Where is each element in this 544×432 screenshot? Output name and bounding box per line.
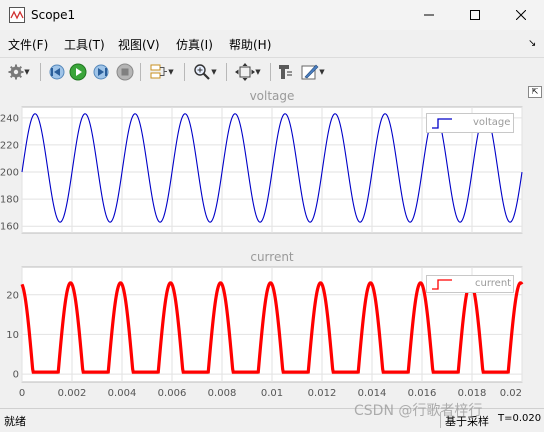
chevron-down-icon: ▼ bbox=[24, 68, 30, 76]
stop-button[interactable] bbox=[115, 61, 135, 83]
y-tick-label: 240 bbox=[0, 113, 19, 124]
scope-app-icon bbox=[9, 7, 25, 23]
minimize-icon bbox=[424, 14, 434, 16]
zoom-button[interactable]: ▼ bbox=[189, 61, 221, 83]
gear-icon bbox=[8, 64, 24, 80]
signal-select-icon bbox=[150, 64, 168, 79]
x-tick-label: 0.002 bbox=[58, 388, 87, 399]
run-button[interactable] bbox=[68, 61, 88, 83]
close-button[interactable] bbox=[498, 0, 544, 30]
status-ready: 就绪 bbox=[4, 415, 26, 428]
menu-help[interactable]: 帮助(H) bbox=[229, 36, 271, 53]
y-tick-label: 220 bbox=[0, 140, 19, 151]
cursor-measurement-button[interactable] bbox=[275, 61, 295, 83]
title-bar: Scope1 bbox=[0, 0, 544, 30]
chevron-down-icon: ▼ bbox=[255, 68, 261, 76]
y-tick-label: 20 bbox=[6, 290, 19, 301]
menu-simulation[interactable]: 仿真(I) bbox=[176, 36, 213, 53]
voltage-legend[interactable]: voltage bbox=[426, 113, 514, 133]
toolbar: ▼ ▼ ▼ ▼ ▼ bbox=[0, 57, 544, 87]
chevron-down-icon: ▼ bbox=[211, 68, 217, 76]
current-x-ticks: 0 0.002 0.004 0.006 0.008 0.01 0.012 0.014 0.016… bbox=[19, 388, 522, 399]
window-title: Scope1 bbox=[31, 8, 76, 22]
step-forward-icon bbox=[93, 64, 109, 80]
voltage-y-ticks: 160 180 200 220 240 bbox=[0, 113, 19, 232]
style-icon bbox=[301, 64, 319, 80]
x-tick-label: 0.018 bbox=[458, 388, 487, 399]
voltage-plot-title: voltage bbox=[249, 89, 295, 103]
settings-button[interactable]: ▼ bbox=[4, 61, 34, 83]
stop-icon bbox=[116, 63, 134, 81]
toolbar-separator bbox=[40, 63, 41, 81]
step-back-icon bbox=[49, 64, 65, 80]
fit-to-view-button[interactable]: ▼ bbox=[231, 61, 265, 83]
toolbar-separator bbox=[226, 63, 227, 81]
x-tick-label: 0.02 bbox=[500, 388, 522, 399]
x-tick-label: 0.01 bbox=[261, 388, 283, 399]
y-tick-label: 10 bbox=[6, 330, 19, 341]
chevron-down-icon: ▼ bbox=[319, 68, 325, 76]
legend-line-icon bbox=[432, 279, 452, 290]
signal-select-button[interactable]: ▼ bbox=[146, 61, 178, 83]
toolbar-separator bbox=[140, 63, 141, 81]
toolbar-separator bbox=[184, 63, 185, 81]
x-tick-label: 0.006 bbox=[158, 388, 187, 399]
y-tick-label: 180 bbox=[0, 195, 19, 206]
y-tick-label: 0 bbox=[13, 370, 19, 381]
current-plot-title: current bbox=[250, 250, 294, 264]
y-tick-label: 160 bbox=[0, 222, 19, 233]
voltage-legend-label: voltage bbox=[473, 117, 511, 128]
menu-bar: 文件(F) 工具(T) 视图(V) 仿真(I) 帮助(H) ↘ bbox=[0, 30, 544, 56]
maximize-button[interactable] bbox=[452, 0, 498, 30]
maximize-icon bbox=[470, 10, 480, 20]
step-forward-button[interactable] bbox=[92, 61, 112, 83]
x-tick-label: 0.016 bbox=[408, 388, 437, 399]
scope-plots-svg: 160 180 200 220 240 0 10 20 0 0.002 0.004 0.006 0.… bbox=[0, 106, 524, 399]
menu-overflow-arrow[interactable]: ↘ bbox=[528, 38, 536, 49]
watermark: CSDN @行歌者梓行 bbox=[354, 403, 483, 419]
run-icon bbox=[69, 63, 87, 81]
legend-line-icon bbox=[432, 118, 452, 129]
current-legend[interactable]: current bbox=[426, 275, 514, 293]
style-button[interactable]: ▼ bbox=[297, 61, 329, 83]
x-tick-label: 0.012 bbox=[308, 388, 337, 399]
cursor-measure-icon bbox=[279, 65, 292, 79]
x-tick-label: 0.004 bbox=[108, 388, 137, 399]
step-back-button[interactable] bbox=[46, 61, 66, 83]
minimize-button[interactable] bbox=[406, 0, 452, 30]
close-icon bbox=[516, 10, 526, 20]
toolbar-separator bbox=[270, 63, 271, 81]
x-tick-label: 0.008 bbox=[208, 388, 237, 399]
menu-file[interactable]: 文件(F) bbox=[8, 36, 48, 53]
menu-view[interactable]: 视图(V) bbox=[118, 36, 160, 53]
zoom-icon bbox=[194, 64, 211, 80]
x-tick-label: 0.014 bbox=[358, 388, 387, 399]
chevron-down-icon: ▼ bbox=[168, 68, 174, 76]
fit-icon bbox=[235, 63, 256, 81]
y-tick-label: 200 bbox=[0, 168, 19, 179]
menu-tools[interactable]: 工具(T) bbox=[64, 36, 105, 53]
current-y-ticks: 0 10 20 bbox=[6, 290, 19, 380]
x-tick-label: 0 bbox=[19, 388, 25, 399]
current-legend-label: current bbox=[475, 278, 512, 289]
status-time: T=0.020 bbox=[498, 413, 542, 424]
